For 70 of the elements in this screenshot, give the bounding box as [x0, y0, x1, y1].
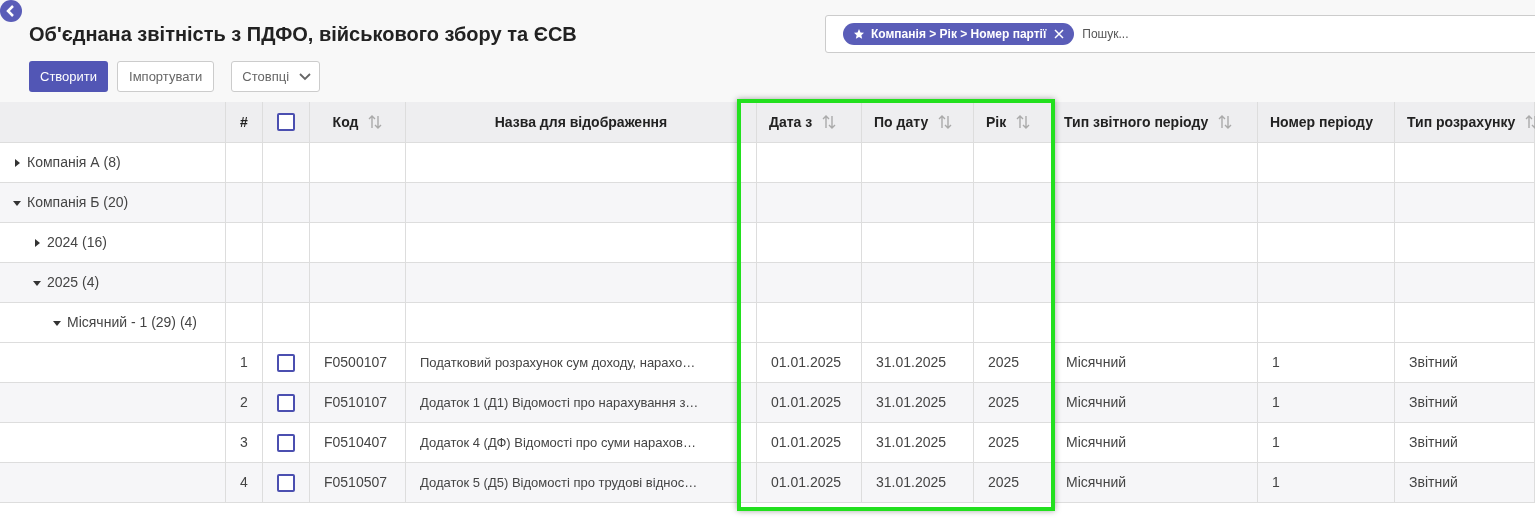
table-cell-text: Місячний [1066, 353, 1127, 372]
table-cell-text: 1 [240, 353, 248, 372]
column-header[interactable]: Код [332, 111, 359, 133]
table-cell-text: 31.01.2025 [876, 473, 947, 492]
group-row-toggle[interactable]: 2024 (16) [32, 232, 107, 253]
table-cell-text: 1 [1272, 433, 1280, 452]
column-header[interactable]: Назва для відображення [494, 111, 668, 133]
caret-right-icon [12, 157, 22, 168]
table-cell-text: 3 [240, 433, 248, 452]
checkbox[interactable] [277, 473, 295, 492]
column-header[interactable]: Рік [986, 111, 1007, 133]
caret-right-icon [32, 237, 42, 248]
group-row-toggle[interactable]: Місячний - 1 (29) (4) [52, 312, 198, 333]
column-header[interactable]: Номер періоду [1270, 111, 1373, 133]
table-cell-text: Звітний [1409, 393, 1458, 412]
checkbox[interactable] [277, 393, 295, 412]
table-cell-text: F0510107 [324, 393, 388, 412]
columns-dropdown[interactable]: Стовпці [231, 61, 321, 92]
table-cell-text: Додаток 1 (Д1) Відомості про нарахування з… [420, 393, 699, 412]
column-header[interactable]: Дата з [769, 111, 813, 133]
table-cell-text: 2 [240, 393, 248, 412]
table-cell-text: F0510407 [324, 433, 388, 452]
filter-chip[interactable]: Компанія > Рік > Номер партії [843, 23, 1075, 45]
star-icon [853, 28, 865, 40]
group-row-toggle[interactable]: Компанія А (8) [12, 152, 121, 173]
table-cell-text: Звітний [1409, 353, 1458, 372]
table-cell-text: 1 [1272, 473, 1280, 492]
group-row-toggle[interactable]: 2025 (4) [32, 272, 100, 293]
table-cell-text: Звітний [1409, 473, 1458, 492]
table-cell-text: F0500107 [324, 353, 388, 372]
table-cell-text: Місячний [1066, 473, 1127, 492]
search-field[interactable]: Компанія > Рік > Номер партії Пошук... [825, 15, 1535, 53]
create-button[interactable]: Створити [29, 61, 109, 92]
table-cell-text: 2025 [988, 353, 1020, 372]
table-cell-text: 01.01.2025 [771, 433, 842, 452]
page-title: Об'єднана звітність з ПДФО, військового збору та ЄСВ [29, 22, 577, 47]
table-cell-text: Місячний [1066, 393, 1127, 412]
table-cell-text: Звітний [1409, 433, 1458, 452]
column-header[interactable]: Тип розрахунку [1407, 111, 1516, 133]
column-header[interactable]: Тип звітного періоду [1064, 111, 1209, 133]
checkbox[interactable] [277, 113, 295, 131]
table-cell-text: 1 [1272, 393, 1280, 412]
table-cell-text: 31.01.2025 [876, 353, 947, 372]
back-button[interactable] [0, 0, 22, 22]
table-cell-text: 2025 [988, 393, 1020, 412]
checkbox[interactable] [277, 433, 295, 452]
table-cell-text: 4 [240, 473, 248, 492]
table-cell-text: Додаток 5 (Д5) Відомості про трудові віднос… [420, 473, 698, 492]
table-cell-text: 01.01.2025 [771, 353, 842, 372]
import-button[interactable]: Імпортувати [117, 61, 215, 92]
chevron-down-icon [299, 72, 312, 81]
table-cell-text: Податковий розрахунок сум доходу, нарахо… [420, 353, 696, 372]
close-icon[interactable] [1054, 29, 1065, 39]
column-header[interactable]: По дату [874, 111, 929, 133]
column-header[interactable]: # [240, 111, 248, 133]
table-cell-text: 1 [1272, 353, 1280, 372]
back-icon [6, 5, 16, 17]
table-cell-text: Додаток 4 (ДФ) Відомості про суми нарахов… [420, 433, 696, 452]
table-cell-text: 31.01.2025 [876, 433, 947, 452]
filter-label: Компанія > Рік > Номер партії [871, 26, 1047, 43]
search-input[interactable]: Пошук... [1082, 25, 1535, 43]
table-cell-text: 2025 [988, 473, 1020, 492]
table-cell-text: Місячний [1066, 433, 1127, 452]
checkbox[interactable] [277, 353, 295, 372]
table-cell-text: 31.01.2025 [876, 393, 947, 412]
table-cell-text: 01.01.2025 [771, 473, 842, 492]
table-cell-text: F0510507 [324, 473, 388, 492]
table-cell-text: 01.01.2025 [771, 393, 842, 412]
table-cell-text: 2025 [988, 433, 1020, 452]
group-row-toggle[interactable]: Компанія Б (20) [12, 192, 129, 213]
